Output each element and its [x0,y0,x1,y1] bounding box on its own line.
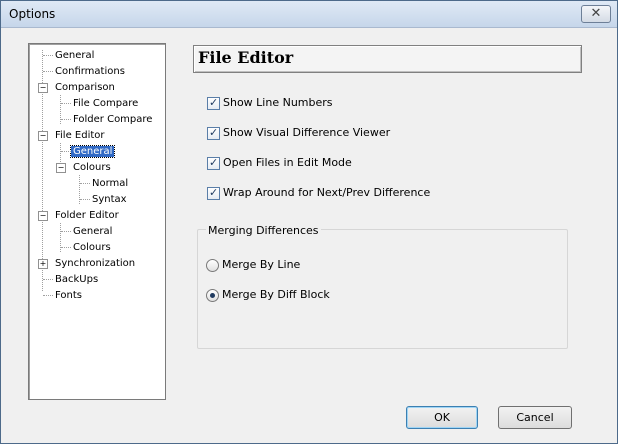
tree-item-label: Comparison [55,82,115,93]
checkbox-label: Open Files in Edit Mode [223,156,352,169]
tree-item-folder-editor-colours[interactable]: Colours [57,240,113,255]
tree-item-confirmations[interactable]: Confirmations [39,64,127,79]
tree-item-label: Normal [92,178,129,189]
radio-label: Merge By Line [222,258,301,271]
tree-item-label: Synchronization [55,258,136,269]
tree-item-label: Colours [73,242,111,253]
tree-connector-line [80,199,90,200]
collapse-icon[interactable]: − [38,131,48,141]
tree-item-label: Colours [73,162,111,173]
tree-item-label: General [69,145,116,158]
tree-connector-line [80,183,90,184]
merge-by-diff-block-radio[interactable] [206,289,219,302]
collapse-icon[interactable]: − [38,211,48,221]
open-files-in-edit-mode-checkbox[interactable]: ✓ [207,156,220,170]
tree-connector-line [43,55,53,56]
tree-item-normal[interactable]: Normal [76,176,130,191]
checkbox-label: Show Visual Difference Viewer [223,126,391,139]
tree-item-synchronization[interactable]: + Synchronization [38,256,137,271]
tree-item-file-editor-general[interactable]: General [57,144,116,159]
dialog-body: General Confirmations − Comparison File … [1,28,617,443]
show-line-numbers-checkbox[interactable]: ✓ [207,96,220,110]
merging-differences-group: Merging Differences Merge By Line Merge … [197,224,568,349]
tree-connector-line [61,119,71,120]
tree-item-folder-compare[interactable]: Folder Compare [57,112,154,127]
close-button[interactable]: ✕ [581,5,611,23]
tree-item-label: File Editor [55,130,105,141]
tree-connector-line [61,103,71,104]
tree-item-general[interactable]: General [39,48,96,63]
checkmark-icon: ✓ [209,156,219,169]
options-dialog: Options ✕ General Confirmations − Compar… [0,0,618,444]
checkbox-label: Show Line Numbers [223,96,333,109]
tree-item-label: Syntax [92,194,127,205]
merge-by-line-radio[interactable] [206,259,219,272]
tree-item-file-compare[interactable]: File Compare [57,96,140,111]
tree-connector-line [43,295,53,296]
collapse-icon[interactable]: − [56,163,66,173]
close-icon: ✕ [590,6,602,21]
tree-connector-line [61,247,71,248]
options-tree[interactable]: General Confirmations − Comparison File … [28,43,166,400]
tree-item-label: General [73,226,113,237]
tree-item-folder-editor[interactable]: − Folder Editor [38,208,121,223]
tree-item-label: Folder Compare [73,114,153,125]
tree-connector-line [43,279,53,280]
show-visual-difference-viewer-checkbox[interactable]: ✓ [207,126,220,140]
tree-item-backups[interactable]: BackUps [39,272,100,287]
title-bar[interactable]: Options ✕ [1,1,617,28]
tree-connector-line [61,231,71,232]
tree-item-label: Folder Editor [55,210,119,221]
section-title: File Editor [198,48,294,67]
expand-icon[interactable]: + [38,259,48,269]
tree-item-syntax[interactable]: Syntax [76,192,129,207]
tree-item-label: Fonts [55,290,82,301]
radio-selected-dot [210,293,215,298]
window-title: Options [9,7,56,21]
tree-connector-line [61,151,71,152]
radio-label: Merge By Diff Block [222,288,330,301]
collapse-icon[interactable]: − [38,83,48,93]
checkbox-label: Wrap Around for Next/Prev Difference [223,186,431,199]
tree-item-comparison[interactable]: − Comparison [38,80,117,95]
ok-button[interactable]: OK [406,406,478,429]
tree-item-colours[interactable]: − Colours [56,160,113,175]
tree-connector-line [43,71,53,72]
tree-item-fonts[interactable]: Fonts [39,288,84,303]
tree-item-label: General [55,50,95,61]
checkmark-icon: ✓ [209,186,219,199]
tree-item-label: BackUps [55,274,99,285]
tree-item-label: File Compare [73,98,139,109]
tree-item-label: Confirmations [55,66,125,77]
wrap-around-checkbox[interactable]: ✓ [207,186,220,200]
checkmark-icon: ✓ [209,126,219,139]
section-header: File Editor [193,45,582,73]
group-title: Merging Differences [206,224,321,237]
tree-item-file-editor[interactable]: − File Editor [38,128,107,143]
tree-item-folder-editor-general[interactable]: General [57,224,114,239]
checkmark-icon: ✓ [209,96,219,109]
cancel-button[interactable]: Cancel [498,406,572,429]
